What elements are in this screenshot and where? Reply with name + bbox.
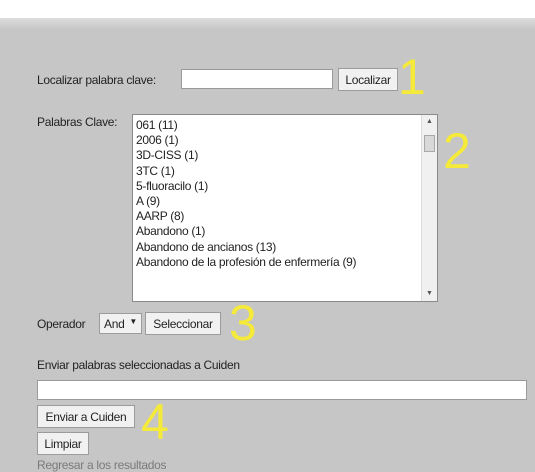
search-input[interactable] xyxy=(181,69,333,89)
keyword-option[interactable]: Abandono (1) xyxy=(136,224,356,239)
limpiar-button[interactable]: Limpiar xyxy=(37,432,89,455)
keywords-listbox[interactable]: 061 (11) 2006 (1) 3D-CISS (1) 3TC (1) 5-… xyxy=(132,114,438,302)
chevron-down-icon: ▼ xyxy=(129,317,137,326)
operator-label: Operador xyxy=(37,317,86,331)
keyword-option[interactable]: AARP (8) xyxy=(136,209,356,224)
back-to-results-link[interactable]: Regresar a los resultados xyxy=(37,458,167,472)
listbox-scrollbar[interactable]: ▲ ▼ xyxy=(421,115,437,301)
scroll-up-arrow-icon[interactable]: ▲ xyxy=(422,115,437,129)
scroll-thumb[interactable] xyxy=(424,135,435,152)
operator-selected-value: And xyxy=(104,317,125,331)
top-fade xyxy=(0,0,535,30)
annotation-1: 1 xyxy=(398,49,426,105)
localizar-button[interactable]: Localizar xyxy=(338,68,398,91)
keyword-option[interactable]: 2006 (1) xyxy=(136,133,356,148)
keyword-option[interactable]: 3TC (1) xyxy=(136,164,356,179)
annotation-3: 3 xyxy=(229,295,257,351)
send-label: Enviar palabras seleccionadas a Cuiden xyxy=(37,358,240,372)
keyword-option[interactable]: Abandono de ancianos (13) xyxy=(136,240,356,255)
keyword-option[interactable]: Abandono de la profesión de enfermería (… xyxy=(136,255,357,270)
search-label: Localizar palabra clave: xyxy=(37,73,156,87)
keyword-option[interactable]: A (9) xyxy=(136,194,356,209)
keyword-option[interactable]: 5-fluoracilo (1) xyxy=(136,179,356,194)
keywords-label: Palabras Clave: xyxy=(37,115,118,129)
enviar-a-cuiden-button[interactable]: Enviar a Cuiden xyxy=(37,405,135,428)
seleccionar-button[interactable]: Seleccionar xyxy=(145,312,221,335)
keyword-option[interactable]: 061 (11) xyxy=(136,118,356,133)
annotation-4: 4 xyxy=(141,394,169,450)
operator-select[interactable]: And ▼ xyxy=(99,313,142,334)
keyword-option[interactable]: 3D-CISS (1) xyxy=(136,148,356,163)
scroll-down-arrow-icon[interactable]: ▼ xyxy=(422,287,437,301)
annotation-2: 2 xyxy=(443,123,471,179)
selected-keywords-field[interactable] xyxy=(37,380,527,400)
